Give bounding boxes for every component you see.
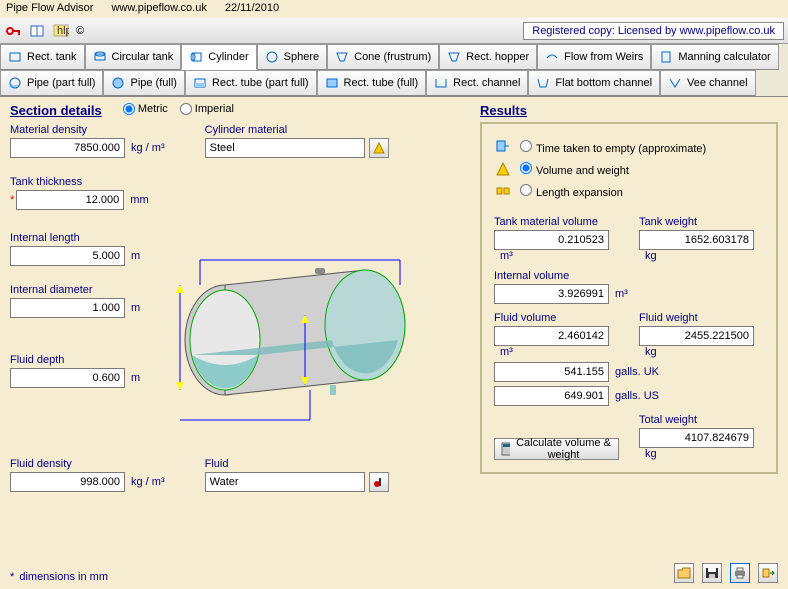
cylinder-diagram bbox=[170, 240, 420, 440]
title-bar: Pipe Flow Advisor www.pipeflow.co.uk 22/… bbox=[0, 0, 788, 18]
tab-sphere[interactable]: Sphere bbox=[257, 44, 327, 70]
registered-label: Registered copy: Licensed by www.pipeflo… bbox=[523, 22, 784, 40]
print-icon[interactable] bbox=[730, 563, 750, 583]
material-density-input[interactable] bbox=[10, 138, 125, 158]
tab-pipe-full[interactable]: Pipe (full) bbox=[103, 70, 184, 96]
shape-tabs: Rect. tank Circular tank Cylinder Sphere… bbox=[0, 44, 788, 97]
tab-cylinder[interactable]: Cylinder bbox=[181, 44, 256, 70]
tank-mat-vol-label: Tank material volume bbox=[494, 216, 619, 228]
tab-cone[interactable]: Cone (frustrum) bbox=[327, 44, 439, 70]
internal-vol-value bbox=[494, 284, 609, 304]
fluid-density-unit: kg / m³ bbox=[131, 476, 165, 488]
imperial-radio[interactable]: Imperial bbox=[180, 103, 234, 115]
internal-diameter-unit: m bbox=[131, 302, 140, 314]
internal-diameter-input[interactable] bbox=[10, 298, 125, 318]
opt-empty[interactable]: Time taken to empty (approximate) bbox=[520, 140, 706, 155]
open-icon[interactable] bbox=[674, 563, 694, 583]
tab-circular-tank[interactable]: Circular tank bbox=[85, 44, 182, 70]
footer-note: * dimensions in mm bbox=[10, 571, 108, 583]
cylinder-material-select[interactable] bbox=[205, 138, 365, 158]
export-icon[interactable] bbox=[758, 563, 778, 583]
tab-rect-hopper[interactable]: Rect. hopper bbox=[439, 44, 537, 70]
tab-rect-tube-part[interactable]: Rect. tube (part full) bbox=[185, 70, 317, 96]
total-weight-label: Total weight bbox=[639, 414, 764, 426]
tab-pipe-part[interactable]: Pipe (part full) bbox=[0, 70, 103, 96]
tab-rect-channel[interactable]: Rect. channel bbox=[426, 70, 528, 96]
tank-thickness-unit: mm bbox=[130, 194, 148, 206]
internal-length-input[interactable] bbox=[10, 246, 125, 266]
internal-length-unit: m bbox=[131, 250, 140, 262]
section-header: Section details bbox=[10, 103, 102, 118]
tank-weight-value bbox=[639, 230, 754, 250]
fluid-density-input[interactable] bbox=[10, 472, 125, 492]
fluid-depth-unit: m bbox=[131, 372, 140, 384]
galls-us-value bbox=[494, 386, 609, 406]
app-url: www.pipeflow.co.uk bbox=[111, 2, 206, 16]
fluid-select[interactable] bbox=[205, 472, 365, 492]
fluid-weight-value bbox=[639, 326, 754, 346]
tab-flat-channel[interactable]: Flat bottom channel bbox=[528, 70, 660, 96]
fluid-depth-input[interactable] bbox=[10, 368, 125, 388]
material-picker-icon[interactable] bbox=[369, 138, 389, 158]
cylinder-material-label: Cylinder material bbox=[205, 124, 389, 136]
metric-radio[interactable]: Metric bbox=[123, 103, 168, 115]
fluid-weight-label: Fluid weight bbox=[639, 312, 764, 324]
fluid-vol-label: Fluid volume bbox=[494, 312, 619, 324]
weight-icon bbox=[494, 160, 512, 178]
galls-uk-value bbox=[494, 362, 609, 382]
material-density-unit: kg / m³ bbox=[131, 142, 165, 154]
calculate-button[interactable]: Calculate volume & weight bbox=[494, 438, 619, 460]
fluid-picker-icon[interactable] bbox=[369, 472, 389, 492]
app-date: 22/11/2010 bbox=[225, 2, 279, 16]
tab-rect-tube-full[interactable]: Rect. tube (full) bbox=[317, 70, 427, 96]
save-icon[interactable] bbox=[702, 563, 722, 583]
tab-vee-channel[interactable]: Vee channel bbox=[660, 70, 756, 96]
opt-len[interactable]: Length expansion bbox=[520, 184, 623, 199]
expand-icon bbox=[494, 182, 512, 200]
opt-volwt[interactable]: Volume and weight bbox=[520, 162, 629, 177]
results-panel: Time taken to empty (approximate) Volume… bbox=[480, 122, 778, 474]
results-header: Results bbox=[480, 103, 778, 118]
help-icon[interactable]: hlp bbox=[52, 22, 70, 40]
fluid-vol-value bbox=[494, 326, 609, 346]
copyright-icon[interactable]: © bbox=[76, 25, 84, 37]
required-star: * bbox=[10, 194, 14, 206]
material-density-label: Material density bbox=[10, 124, 165, 136]
tank-weight-label: Tank weight bbox=[639, 216, 764, 228]
tab-manning[interactable]: Manning calculator bbox=[651, 44, 778, 70]
tab-rect-tank[interactable]: Rect. tank bbox=[0, 44, 85, 70]
total-weight-value bbox=[639, 428, 754, 448]
app-title: Pipe Flow Advisor bbox=[6, 2, 93, 16]
tank-thickness-input[interactable] bbox=[16, 190, 124, 210]
main-toolbar: hlp © Registered copy: Licensed by www.p… bbox=[0, 18, 788, 44]
tank-mat-vol-value bbox=[494, 230, 609, 250]
svg-text:hlp: hlp bbox=[57, 25, 69, 37]
key-icon[interactable] bbox=[4, 22, 22, 40]
internal-vol-label: Internal volume bbox=[494, 270, 764, 282]
tab-flow-weirs[interactable]: Flow from Weirs bbox=[537, 44, 651, 70]
fluid-label: Fluid bbox=[205, 458, 389, 470]
tank-thickness-label: Tank thickness bbox=[10, 176, 470, 188]
fluid-density-label: Fluid density bbox=[10, 458, 165, 470]
empty-icon bbox=[494, 138, 512, 156]
book-icon[interactable] bbox=[28, 22, 46, 40]
